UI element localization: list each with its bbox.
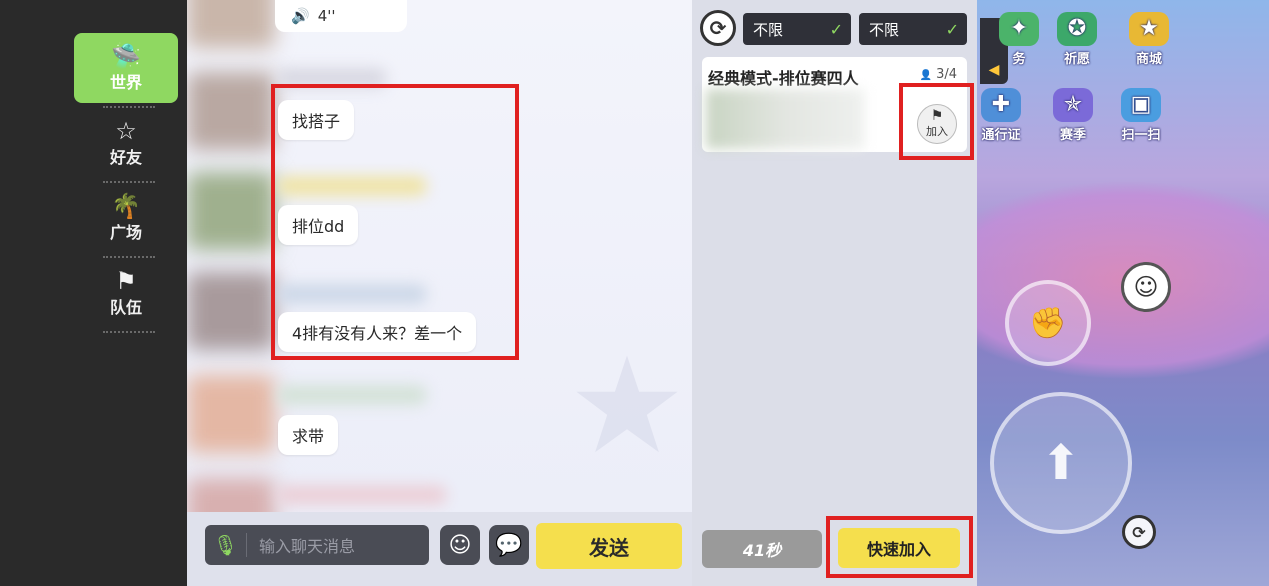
nav-team-label: 队伍 bbox=[109, 298, 142, 317]
voice-duration: 4'' bbox=[317, 7, 336, 25]
pass-button[interactable]: ✚ 通行证 bbox=[972, 88, 1030, 143]
season-icon: ✯ bbox=[1053, 88, 1093, 122]
refresh-icon: ⟳ bbox=[709, 16, 727, 40]
emoji-button[interactable]: ☺ bbox=[440, 525, 480, 565]
nav-plaza-tab[interactable]: 🌴 广场 bbox=[74, 183, 178, 253]
grab-action-button[interactable]: ✊ bbox=[1005, 280, 1091, 366]
wish-label: 祈愿 bbox=[1063, 52, 1090, 67]
season-button[interactable]: ✯ 赛季 bbox=[1044, 88, 1102, 143]
avatar[interactable] bbox=[187, 0, 275, 48]
emote-button[interactable]: ☺ bbox=[1121, 262, 1171, 312]
scan-icon: ▣ bbox=[1121, 88, 1161, 122]
room-player-count: 👤 3/4 bbox=[919, 67, 957, 82]
season-label: 赛季 bbox=[1059, 128, 1086, 143]
rank-filter-value: 不限 bbox=[869, 20, 900, 39]
voice-icon: 🔊 bbox=[291, 7, 310, 25]
task-icon: ✦ bbox=[999, 12, 1039, 46]
avatar[interactable] bbox=[187, 375, 275, 453]
nav-friends-tab[interactable]: ☆ 好友 bbox=[74, 108, 178, 178]
rank-filter-select[interactable]: 不限 ✓ bbox=[859, 13, 967, 45]
mode-filter-select[interactable]: 不限 ✓ bbox=[743, 13, 851, 45]
nav-world-tab[interactable]: 🛸 世界 bbox=[74, 33, 178, 103]
quick-message-button[interactable]: 💬 bbox=[489, 525, 529, 565]
wish-icon: ✪ bbox=[1057, 12, 1097, 46]
jump-action-button[interactable]: ⬆ bbox=[990, 392, 1132, 534]
highlight-box-quick-join bbox=[826, 516, 973, 578]
rotate-icon: ⟳ bbox=[1132, 522, 1146, 542]
avatar[interactable] bbox=[187, 72, 275, 150]
avatar[interactable] bbox=[187, 172, 275, 250]
nav-team-tab[interactable]: ⚑ 队伍 bbox=[74, 258, 178, 328]
shop-icon: ★ bbox=[1129, 12, 1169, 46]
person-icon: 👤 bbox=[919, 70, 932, 81]
star-friend-icon: ☆ bbox=[115, 117, 137, 145]
reset-camera-button[interactable]: ⟳ bbox=[1122, 515, 1156, 549]
task-label: 务 bbox=[1012, 52, 1026, 67]
scan-button[interactable]: ▣ 扫一扫 bbox=[1112, 88, 1170, 143]
chevron-down-icon: ✓ bbox=[829, 19, 843, 39]
chat-input-placeholder: 输入聊天消息 bbox=[259, 537, 356, 556]
palm-tree-icon: 🌴 bbox=[111, 192, 141, 220]
highlight-box-join bbox=[899, 83, 974, 160]
star-decoration-icon bbox=[576, 355, 678, 453]
refresh-button[interactable]: ⟳ bbox=[700, 10, 736, 46]
chat-message: 求带 bbox=[278, 415, 339, 455]
nav-plaza-label: 广场 bbox=[109, 223, 142, 242]
user-name bbox=[277, 485, 447, 505]
user-name bbox=[277, 385, 427, 405]
room-members-preview bbox=[706, 89, 864, 149]
smile-icon: ☺ bbox=[1133, 273, 1159, 301]
avatar[interactable] bbox=[187, 272, 275, 350]
mode-filter-value: 不限 bbox=[753, 20, 784, 39]
shop-button[interactable]: ★ 商城 bbox=[1120, 12, 1178, 67]
shop-label: 商城 bbox=[1135, 52, 1162, 67]
grab-icon: ✊ bbox=[1029, 305, 1067, 341]
send-button[interactable]: 发送 bbox=[536, 523, 682, 569]
pass-icon: ✚ bbox=[981, 88, 1021, 122]
room-count-value: 3/4 bbox=[936, 67, 957, 82]
speech-bubble-icon: 💬 bbox=[495, 532, 523, 558]
flag-icon: ⚑ bbox=[115, 267, 137, 295]
ufo-icon: 🛸 bbox=[111, 42, 141, 70]
emoji-icon: ☺ bbox=[448, 532, 472, 558]
nav-world-label: 世界 bbox=[109, 73, 142, 92]
left-nav: 🛸 世界 ☆ 好友 🌴 广场 ⚑ 队伍 bbox=[0, 0, 187, 586]
jump-icon: ⬆ bbox=[1040, 435, 1082, 491]
pass-label: 通行证 bbox=[981, 128, 1021, 143]
scan-label: 扫一扫 bbox=[1121, 128, 1161, 143]
chat-input[interactable]: 🎙 输入聊天消息 bbox=[205, 525, 429, 565]
nav-friends-label: 好友 bbox=[109, 148, 142, 167]
nav-divider bbox=[103, 331, 155, 333]
highlight-box-messages bbox=[271, 84, 519, 360]
chevron-down-icon: ✓ bbox=[945, 19, 959, 39]
microphone-icon[interactable]: 🎙 bbox=[205, 533, 247, 557]
room-title: 经典模式-排位赛四人 bbox=[708, 69, 859, 88]
countdown-timer: 41秒 bbox=[702, 530, 822, 568]
voice-message[interactable]: 🔊 4'' bbox=[275, 0, 407, 32]
wish-button[interactable]: ✪ 祈愿 bbox=[1048, 12, 1106, 67]
task-button[interactable]: ✦ 务 bbox=[990, 12, 1048, 67]
